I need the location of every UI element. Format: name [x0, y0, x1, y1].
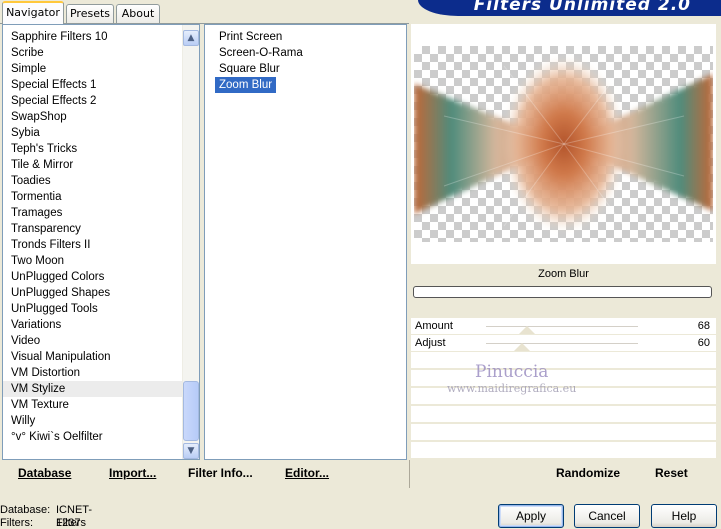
- category-item[interactable]: VM Stylize: [3, 381, 183, 397]
- status-filters-value: 1237: [56, 517, 81, 529]
- filter-item[interactable]: Zoom Blur: [215, 77, 277, 93]
- category-scrollbar[interactable]: ▲ ▼: [182, 25, 199, 459]
- category-item[interactable]: Visual Manipulation: [3, 349, 183, 365]
- import-button[interactable]: Import...: [109, 466, 156, 480]
- status-area: Database: ICNET-Filters Filters: 1237: [0, 504, 120, 529]
- param-row-empty: [411, 442, 716, 460]
- filter-list-panel: Print Screen Screen-O-Rama Square Blur Zoom…: [204, 24, 407, 460]
- scroll-up-button[interactable]: ▲: [183, 30, 199, 46]
- tab-strip: Navigator Presets About: [0, 0, 420, 24]
- slider-thumb[interactable]: [513, 343, 530, 351]
- category-item[interactable]: Transparency: [3, 221, 183, 237]
- preview-panel: [411, 24, 716, 264]
- category-item[interactable]: Tormentia: [3, 189, 183, 205]
- reset-button[interactable]: Reset: [655, 466, 688, 480]
- progress-bar: [413, 286, 712, 298]
- category-item[interactable]: Simple: [3, 61, 183, 77]
- editor-button[interactable]: Editor...: [285, 466, 329, 480]
- category-item[interactable]: Two Moon: [3, 253, 183, 269]
- category-item[interactable]: VM Distortion: [3, 365, 183, 381]
- param-row-empty: [411, 424, 716, 442]
- category-item[interactable]: UnPlugged Tools: [3, 301, 183, 317]
- category-item[interactable]: UnPlugged Shapes: [3, 285, 183, 301]
- status-database-label: Database:: [0, 504, 51, 516]
- category-item[interactable]: UnPlugged Colors: [3, 269, 183, 285]
- category-list-panel: Sapphire Filters 10 Scribe Simple Special E…: [2, 24, 200, 460]
- scroll-down-button[interactable]: ▼: [183, 443, 199, 459]
- category-item[interactable]: Sapphire Filters 10: [3, 29, 183, 45]
- category-item[interactable]: Toadies: [3, 173, 183, 189]
- category-item[interactable]: Special Effects 2: [3, 93, 183, 109]
- param-row-amount[interactable]: Amount 68: [411, 318, 716, 335]
- param-value: 60: [697, 337, 710, 349]
- scrollbar-thumb[interactable]: [183, 381, 199, 441]
- help-button[interactable]: Help: [651, 504, 717, 528]
- category-item[interactable]: °v° Kiwi`s Oelfilter: [3, 429, 183, 445]
- filter-item[interactable]: Square Blur: [215, 61, 405, 77]
- status-filters: Filters: 1237: [0, 517, 120, 529]
- category-item[interactable]: Video: [3, 333, 183, 349]
- param-value: 68: [697, 320, 710, 332]
- watermark-site: www.maidiregrafica.eu: [447, 382, 577, 395]
- param-row-empty: [411, 352, 716, 370]
- slider-track[interactable]: [486, 326, 638, 327]
- slider-thumb[interactable]: [518, 326, 535, 334]
- slider-track[interactable]: [486, 343, 638, 344]
- filter-info-button[interactable]: Filter Info...: [188, 466, 253, 480]
- watermark-name: Pinuccia: [475, 362, 549, 382]
- randomize-button[interactable]: Randomize: [556, 466, 620, 480]
- cancel-button[interactable]: Cancel: [574, 504, 640, 528]
- category-item[interactable]: Scribe: [3, 45, 183, 61]
- category-item[interactable]: Teph's Tricks: [3, 141, 183, 157]
- category-item[interactable]: Tronds Filters II: [3, 237, 183, 253]
- filter-item[interactable]: Screen-O-Rama: [215, 45, 405, 61]
- status-filters-label: Filters:: [0, 517, 33, 529]
- param-label: Adjust: [415, 337, 446, 349]
- tab-about[interactable]: About: [116, 4, 160, 23]
- category-item[interactable]: Willy: [3, 413, 183, 429]
- apply-button[interactable]: Apply: [498, 504, 564, 528]
- category-item[interactable]: Special Effects 1: [3, 77, 183, 93]
- preview-image: [414, 46, 713, 242]
- category-item[interactable]: VM Texture: [3, 397, 183, 413]
- status-database: Database: ICNET-Filters: [0, 504, 120, 529]
- category-item[interactable]: Tramages: [3, 205, 183, 221]
- toolbar-separator: [409, 460, 410, 488]
- category-list: Sapphire Filters 10 Scribe Simple Special E…: [3, 29, 183, 445]
- app-title: Filters Unlimited 2.0: [473, 0, 691, 15]
- selected-filter-name: Zoom Blur: [538, 268, 589, 280]
- header-banner: Filters Unlimited 2.0: [418, 0, 721, 16]
- param-row-adjust[interactable]: Adjust 60: [411, 335, 716, 352]
- category-item[interactable]: Tile & Mirror: [3, 157, 183, 173]
- filter-item[interactable]: Print Screen: [215, 29, 405, 45]
- param-row-empty: [411, 406, 716, 424]
- database-button[interactable]: Database: [18, 466, 71, 480]
- param-label: Amount: [415, 320, 453, 332]
- filter-list: Print Screen Screen-O-Rama Square Blur Zoom…: [215, 29, 405, 93]
- category-item[interactable]: Variations: [3, 317, 183, 333]
- bottom-toolbar: Database Import... Filter Info... Editor…: [0, 460, 721, 488]
- tab-presets[interactable]: Presets: [66, 4, 114, 23]
- tab-navigator[interactable]: Navigator: [2, 1, 64, 24]
- zoom-blur-preview-svg: [414, 56, 713, 232]
- category-item[interactable]: SwapShop: [3, 109, 183, 125]
- category-item[interactable]: Sybia: [3, 125, 183, 141]
